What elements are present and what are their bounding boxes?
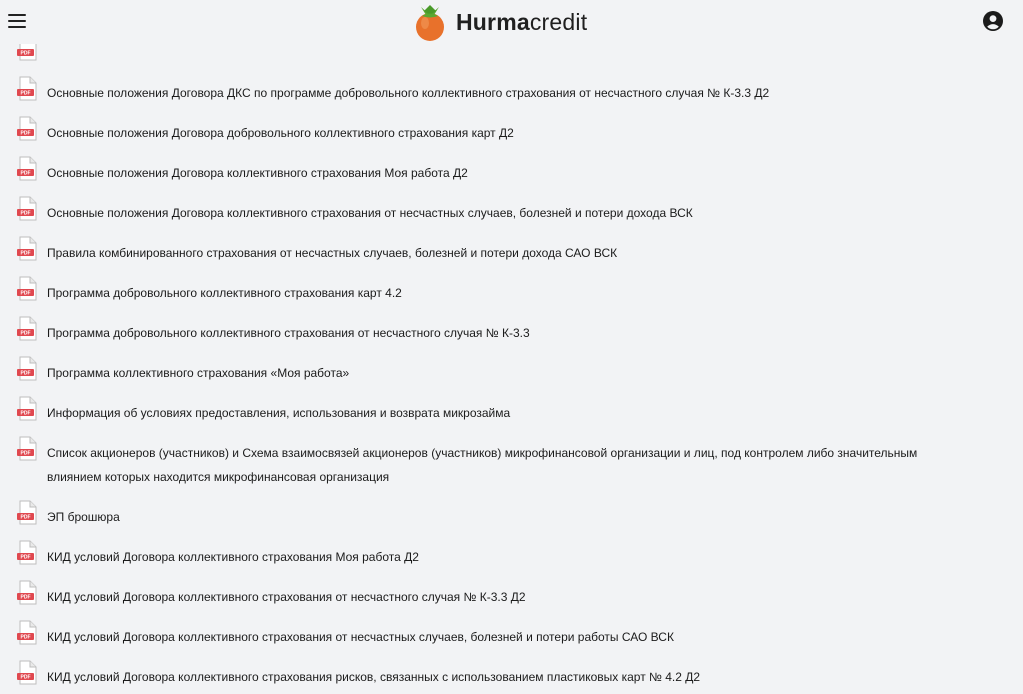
pdf-file-icon: PDF	[17, 396, 37, 421]
app-header: Hurmacredit	[0, 0, 1023, 44]
pdf-file-icon: PDF	[17, 620, 37, 645]
document-title-link[interactable]: КИД условий Договора коллективного страх…	[47, 625, 967, 649]
document-title-link[interactable]: КИД условий Договора коллективного страх…	[47, 665, 967, 689]
pdf-badge-label: PDF	[21, 635, 31, 641]
brand-name-bold: Hurma	[456, 8, 530, 35]
pdf-file-icon: PDF	[17, 316, 37, 341]
user-circle-icon[interactable]	[983, 11, 1003, 31]
document-title-link[interactable]: КИД условий Договора коллективного страх…	[47, 585, 967, 609]
document-title-link[interactable]: КИД условий Договора коллективного страх…	[47, 545, 967, 569]
pdf-badge-label: PDF	[21, 555, 31, 561]
pdf-file-icon: PDF	[17, 236, 37, 261]
pdf-file-icon: PDF	[17, 580, 37, 605]
pdf-badge-label: PDF	[21, 131, 31, 137]
document-title-link[interactable]: Основные положения Договора добровольног…	[47, 121, 967, 145]
pdf-badge-label: PDF	[21, 91, 31, 97]
pdf-file-icon: PDF	[17, 76, 37, 101]
document-title-link[interactable]: Основные положения Договора ДКС по прогр…	[47, 81, 967, 105]
pdf-file-icon: PDF	[17, 660, 37, 685]
pdf-file-icon: PDF	[17, 156, 37, 181]
pdf-badge-label: PDF	[21, 251, 31, 257]
pdf-badge-label: PDF	[21, 371, 31, 377]
pdf-file-icon: PDF	[17, 356, 37, 381]
brand-logo[interactable]: Hurmacredit	[412, 0, 587, 44]
pdf-badge-label: PDF	[21, 451, 31, 457]
pdf-badge-label: PDF	[21, 51, 31, 57]
pdf-file-icon: PDF	[17, 436, 37, 461]
document-title-link[interactable]: Информация об условиях предоставления, и…	[47, 401, 967, 425]
pdf-badge-label: PDF	[21, 675, 31, 681]
pdf-badge-label: PDF	[21, 411, 31, 417]
pdf-badge-label: PDF	[21, 595, 31, 601]
pdf-badge-label: PDF	[21, 331, 31, 337]
document-title-link[interactable]: Программа добровольного коллективного ст…	[47, 281, 967, 305]
document-title-link[interactable]: Список акционеров (участников) и Схема в…	[47, 441, 967, 489]
document-title-link[interactable]: Основные положения Договора коллективног…	[47, 201, 967, 225]
pdf-file-icon: PDF	[17, 500, 37, 525]
document-title-link[interactable]: ЭП брошюра	[47, 505, 967, 529]
document-title-link[interactable]: Правила комбинированного страхования от …	[47, 241, 967, 265]
brand-name: Hurmacredit	[456, 9, 587, 36]
document-title-link[interactable]: Основные положения Договора коллективног…	[47, 161, 967, 185]
hamburger-menu-icon[interactable]	[8, 12, 28, 30]
pdf-badge-label: PDF	[21, 291, 31, 297]
pdf-file-icon: PDF	[17, 276, 37, 301]
pdf-file-icon: PDF	[17, 196, 37, 221]
pdf-badge-label: PDF	[21, 211, 31, 217]
brand-name-light: credit	[529, 8, 588, 35]
pdf-badge-label: PDF	[21, 171, 31, 177]
persimmon-logo-icon	[416, 5, 444, 41]
pdf-file-icon: PDF	[17, 540, 37, 565]
pdf-badge-label: PDF	[21, 515, 31, 521]
pdf-file-icon: PDF	[17, 116, 37, 141]
document-title-link[interactable]: Программа коллективного страхования «Моя…	[47, 361, 967, 385]
document-title-link[interactable]: Программа добровольного коллективного ст…	[47, 321, 967, 345]
